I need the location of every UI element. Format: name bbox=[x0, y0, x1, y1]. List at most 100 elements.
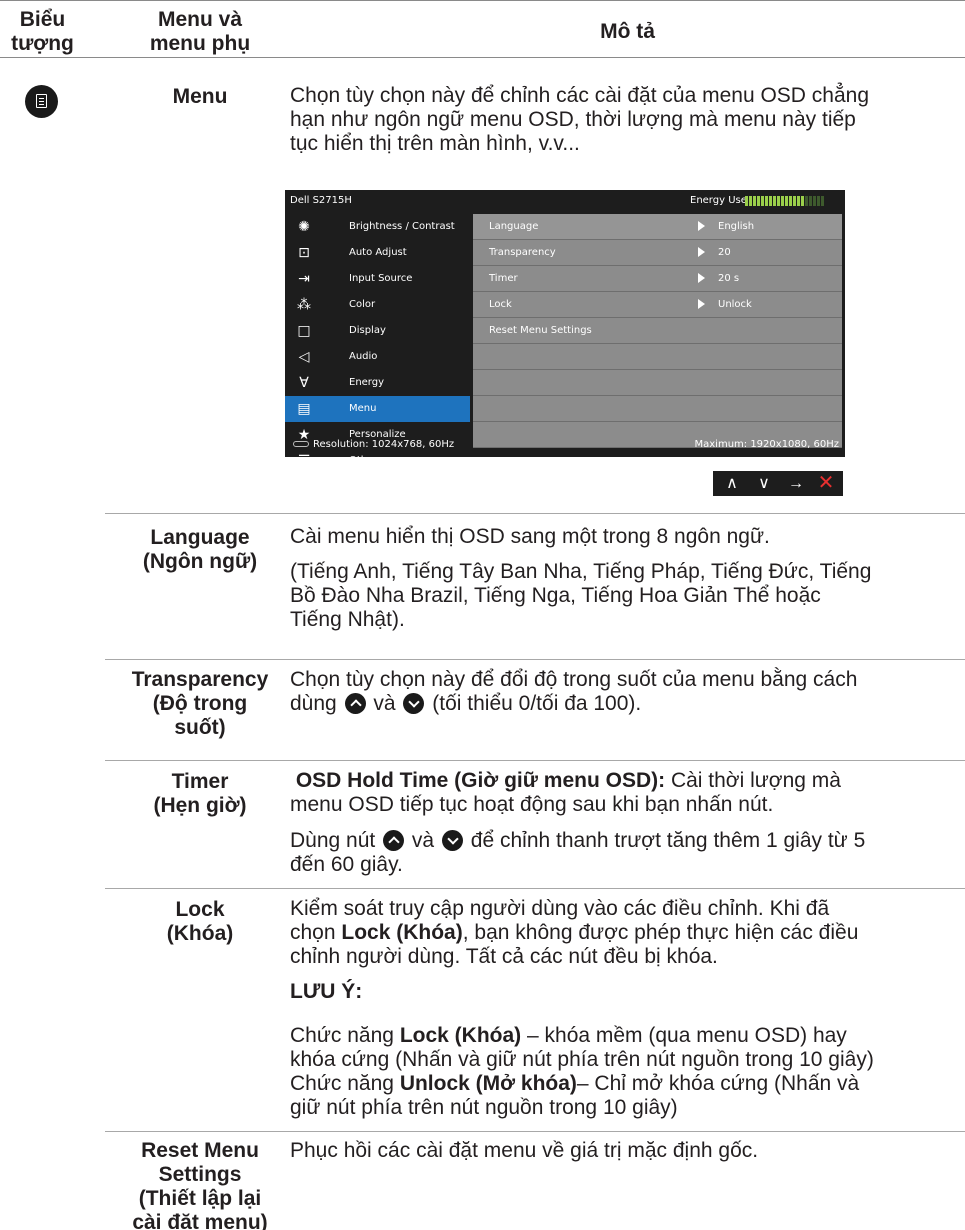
menu-desc-line: hạn như ngôn ngữ menu OSD, thời lượng mà… bbox=[290, 108, 856, 131]
timer-desc-line: đến 60 giây. bbox=[290, 853, 403, 876]
arrow-right-icon bbox=[698, 247, 705, 257]
lock-name-line1: Lock bbox=[175, 898, 225, 921]
text: (tối thiểu 0/tối đa 100). bbox=[432, 692, 642, 715]
osd-row-empty bbox=[473, 344, 842, 370]
lock-note: LƯU Ý: bbox=[290, 980, 363, 1003]
lock-name-line2: (Khóa) bbox=[166, 922, 234, 945]
osd-row-timer[interactable]: Timer 20 s bbox=[473, 266, 842, 292]
osd-title: Dell S2715H bbox=[290, 195, 352, 206]
osd-item-label: Energy bbox=[349, 377, 385, 388]
text: – Chỉ mở khóa cứng (Nhấn và bbox=[576, 1072, 860, 1095]
lock-desc-line: chỉnh người dùng. Tất cả các nút đều bị … bbox=[290, 945, 718, 968]
arrow-right-icon bbox=[698, 221, 705, 231]
osd-item-label: Auto Adjust bbox=[349, 247, 407, 258]
timer-name: Timer (Hẹn giờ) bbox=[105, 770, 295, 818]
osd-submenu: Language English Transparency 20 Timer 2… bbox=[473, 214, 842, 448]
osd-row-key: Reset Menu Settings bbox=[489, 325, 592, 336]
rule-menu bbox=[105, 513, 965, 514]
lock-desc-line: giữ nút phía trên nút nguồn trong 10 giâ… bbox=[290, 1096, 678, 1119]
osd-item-label: Audio bbox=[349, 351, 378, 362]
osd-item-label: Color bbox=[349, 299, 376, 310]
arrow-right-icon bbox=[698, 299, 705, 309]
lock-desc2: Chức năng Lock (Khóa) – khóa mềm (qua me… bbox=[290, 1024, 960, 1120]
rule-transparency bbox=[105, 760, 965, 761]
osd-item-menu[interactable]: ▤ Menu bbox=[285, 396, 470, 422]
energy-icon: ∀ bbox=[299, 375, 309, 391]
osd-footer: Resolution: 1024x768, 60Hz Maximum: 1920… bbox=[285, 430, 845, 457]
audio-icon: ◁ bbox=[298, 349, 310, 365]
osd-row-key: Lock bbox=[489, 299, 512, 310]
reset-desc: Phục hồi các cài đặt menu về giá trị mặc… bbox=[290, 1139, 759, 1162]
transparency-name-line3: suốt) bbox=[174, 716, 226, 739]
timer-desc2: Dùng nút và để chỉnh thanh trượt tăng th… bbox=[290, 829, 960, 877]
transparency-name: Transparency (Độ trong suốt) bbox=[105, 668, 295, 740]
text: Chức năng bbox=[290, 1024, 394, 1047]
osd-item-color[interactable]: ⁂ Color bbox=[285, 292, 470, 318]
header-menu-line2: menu phụ bbox=[149, 32, 251, 55]
menu-icon bbox=[25, 85, 58, 118]
up-icon[interactable]: ∧ bbox=[717, 471, 747, 496]
header-menu-column: Menu và menu phụ bbox=[120, 8, 280, 56]
rule-language bbox=[105, 659, 965, 660]
osd-screenshot: Dell S2715H Energy Use ✺ Brightness / Co… bbox=[285, 190, 845, 469]
reset-name-line2: Settings bbox=[158, 1163, 242, 1186]
timer-desc-line: menu OSD tiếp tục hoạt động sau khi bạn … bbox=[290, 793, 774, 816]
menu-name: Menu bbox=[172, 85, 228, 108]
osd-item-input-source[interactable]: ⇥ Input Source bbox=[285, 266, 470, 292]
osd-item-audio[interactable]: ◁ Audio bbox=[285, 344, 470, 370]
down-button-icon bbox=[403, 693, 425, 714]
reset-name-line4: cài đặt menu) bbox=[132, 1211, 268, 1230]
color-icon: ⁂ bbox=[297, 297, 311, 313]
rule-lock bbox=[105, 1131, 965, 1132]
language-desc2: (Tiếng Anh, Tiếng Tây Ban Nha, Tiếng Phá… bbox=[290, 560, 960, 632]
up-button-icon bbox=[383, 830, 405, 851]
osd-row-transparency[interactable]: Transparency 20 bbox=[473, 240, 842, 266]
osd-item-label: Brightness / Contrast bbox=[349, 221, 455, 232]
osd-item-auto-adjust[interactable]: ⊡ Auto Adjust bbox=[285, 240, 470, 266]
osd-item-label: Menu bbox=[349, 403, 377, 414]
transparency-name-line2: (Độ trong bbox=[152, 692, 248, 715]
osd-item-display[interactable]: □ Display bbox=[285, 318, 470, 344]
language-desc-line: (Tiếng Anh, Tiếng Tây Ban Nha, Tiếng Phá… bbox=[290, 560, 872, 583]
osd-resolution: Resolution: 1024x768, 60Hz bbox=[313, 439, 455, 450]
osd-row-key: Transparency bbox=[489, 247, 556, 258]
down-icon[interactable]: ∨ bbox=[749, 471, 779, 496]
osd-row-lock[interactable]: Lock Unlock bbox=[473, 292, 842, 318]
transparency-desc-line: Chọn tùy chọn này để đổi độ trong suốt c… bbox=[290, 668, 858, 691]
transparency-name-line1: Transparency bbox=[131, 668, 269, 691]
lock-desc-line: Kiểm soát truy cập người dùng vào các đi… bbox=[290, 897, 830, 920]
lock-desc-line: khóa cứng (Nhấn và giữ nút phía trên nút… bbox=[290, 1048, 874, 1071]
timer-name-line2: (Hẹn giờ) bbox=[153, 794, 247, 817]
timer-desc-line: Dùng nút và để chỉnh thanh trượt tăng th… bbox=[290, 829, 960, 853]
menu-description: Chọn tùy chọn này để chỉnh các cài đặt c… bbox=[290, 84, 960, 156]
enter-icon[interactable]: → bbox=[781, 471, 811, 496]
header-icon-label: Biểu tượng bbox=[11, 8, 74, 55]
text: , bạn không được phép thực hiện các điều bbox=[462, 921, 859, 944]
osd-row-empty bbox=[473, 396, 842, 422]
rule-timer bbox=[105, 888, 965, 889]
reset-name: Reset Menu Settings (Thiết lập lại cài đ… bbox=[105, 1139, 295, 1230]
osd-row-reset[interactable]: Reset Menu Settings bbox=[473, 318, 842, 344]
language-desc-line: Tiếng Nhật). bbox=[290, 608, 405, 631]
header-description: Mô tả bbox=[600, 20, 655, 43]
language-name-line2: (Ngôn ngữ) bbox=[142, 550, 258, 573]
text: để chỉnh thanh trượt tăng thêm 1 giây từ… bbox=[470, 829, 866, 852]
osd-row-empty bbox=[473, 370, 842, 396]
osd-row-value: English bbox=[718, 221, 755, 232]
osd-item-brightness[interactable]: ✺ Brightness / Contrast bbox=[285, 214, 470, 240]
brightness-icon: ✺ bbox=[298, 219, 310, 235]
osd-item-energy[interactable]: ∀ Energy bbox=[285, 370, 470, 396]
osd-row-language[interactable]: Language English bbox=[473, 214, 842, 240]
language-name: Language (Ngôn ngữ) bbox=[105, 526, 295, 574]
lock-name: Lock (Khóa) bbox=[105, 898, 295, 946]
close-icon[interactable]: ✕ bbox=[811, 471, 841, 496]
display-icon: □ bbox=[297, 323, 311, 339]
rule-header bbox=[0, 57, 965, 58]
menu-icon: ▤ bbox=[297, 401, 311, 417]
osd-item-label: Input Source bbox=[349, 273, 413, 284]
header-menu-line1: Menu và bbox=[157, 8, 243, 31]
input-source-icon: ⇥ bbox=[298, 271, 310, 287]
lock-desc-line: Chức năng Lock (Khóa) – khóa mềm (qua me… bbox=[290, 1024, 960, 1048]
osd-row-value: Unlock bbox=[718, 299, 752, 310]
arrow-right-icon bbox=[698, 273, 705, 283]
